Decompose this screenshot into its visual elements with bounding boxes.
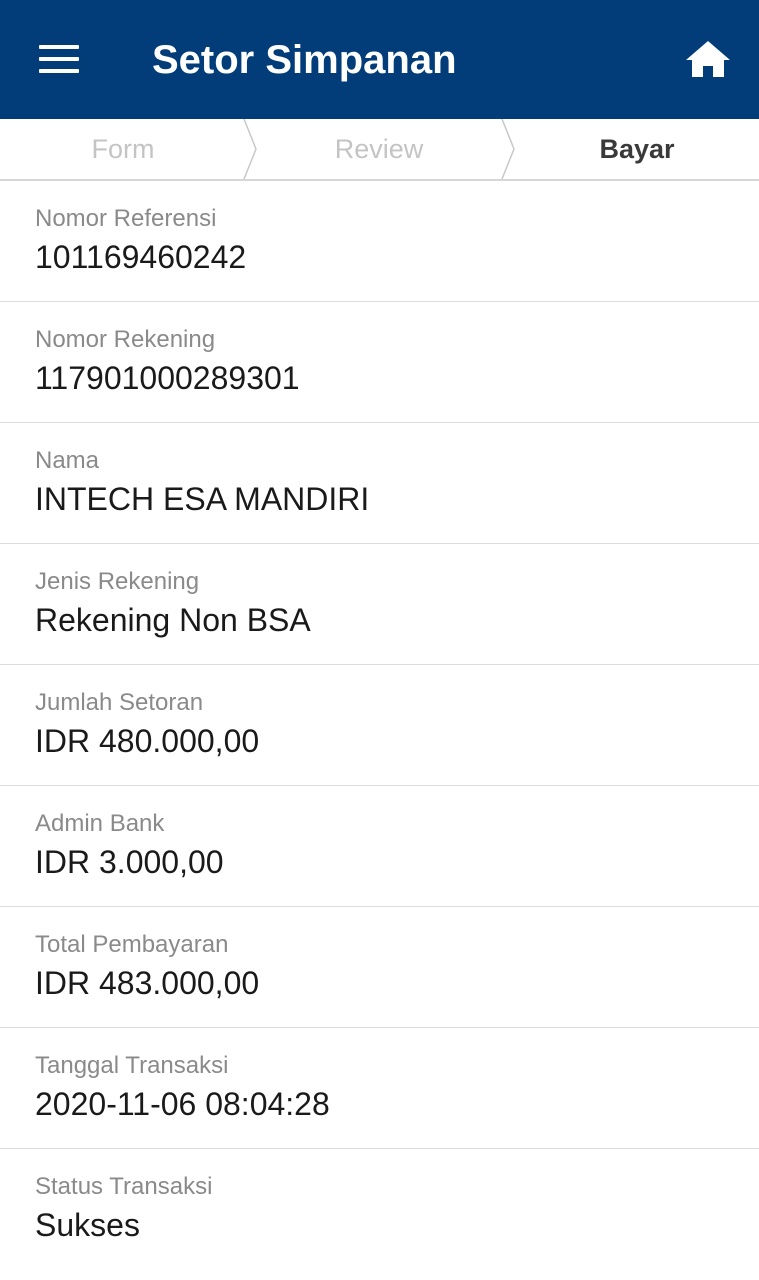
detail-label: Status Transaksi	[35, 1173, 213, 1200]
app-screen: Setor Simpanan Form Review Bayar Nomor R…	[0, 0, 759, 1280]
progress-stepper: Form Review Bayar	[0, 119, 759, 181]
detail-label: Nomor Rekening	[35, 326, 216, 353]
detail-value: 101169460242	[35, 239, 247, 275]
detail-row-total-pembayaran: Total Pembayaran IDR 483.000,00	[0, 907, 759, 1028]
detail-row-jenis-rekening: Jenis Rekening Rekening Non BSA	[0, 544, 759, 665]
detail-label: Nomor Referensi	[35, 205, 217, 232]
step-review[interactable]: Review	[256, 119, 502, 179]
detail-value: 2020-11-06 08:04:28	[35, 1086, 330, 1122]
detail-value: IDR 3.000,00	[35, 844, 224, 880]
detail-row-nomor-referensi: Nomor Referensi 101169460242	[0, 181, 759, 302]
detail-label: Admin Bank	[35, 810, 165, 837]
detail-row-admin-bank: Admin Bank IDR 3.000,00	[0, 786, 759, 907]
step-form[interactable]: Form	[0, 119, 246, 179]
detail-row-status-transaksi: Status Transaksi Sukses	[0, 1149, 759, 1270]
app-bar: Setor Simpanan	[0, 0, 759, 119]
step-bayar[interactable]: Bayar	[514, 119, 759, 179]
detail-row-jumlah-setoran: Jumlah Setoran IDR 480.000,00	[0, 665, 759, 786]
home-icon[interactable]	[684, 38, 732, 80]
detail-label: Jenis Rekening	[35, 568, 200, 595]
detail-label: Tanggal Transaksi	[35, 1052, 229, 1079]
detail-value: Rekening Non BSA	[35, 602, 311, 638]
detail-row-nomor-rekening: Nomor Rekening 117901000289301	[0, 302, 759, 423]
detail-value: IDR 483.000,00	[35, 965, 260, 1001]
detail-value: 117901000289301	[35, 360, 300, 396]
hamburger-menu-icon[interactable]	[36, 40, 82, 76]
detail-row-tanggal-transaksi: Tanggal Transaksi 2020-11-06 08:04:28	[0, 1028, 759, 1149]
status-value: Sukses	[35, 1207, 140, 1243]
detail-row-nama: Nama INTECH ESA MANDIRI	[0, 423, 759, 544]
transaction-details: Nomor Referensi 101169460242 Nomor Reken…	[0, 181, 759, 1270]
detail-label: Nama	[35, 447, 100, 474]
detail-value: INTECH ESA MANDIRI	[35, 481, 370, 517]
detail-value: IDR 480.000,00	[35, 723, 260, 759]
page-title: Setor Simpanan	[152, 38, 457, 82]
detail-label: Total Pembayaran	[35, 931, 229, 958]
detail-label: Jumlah Setoran	[35, 689, 204, 716]
